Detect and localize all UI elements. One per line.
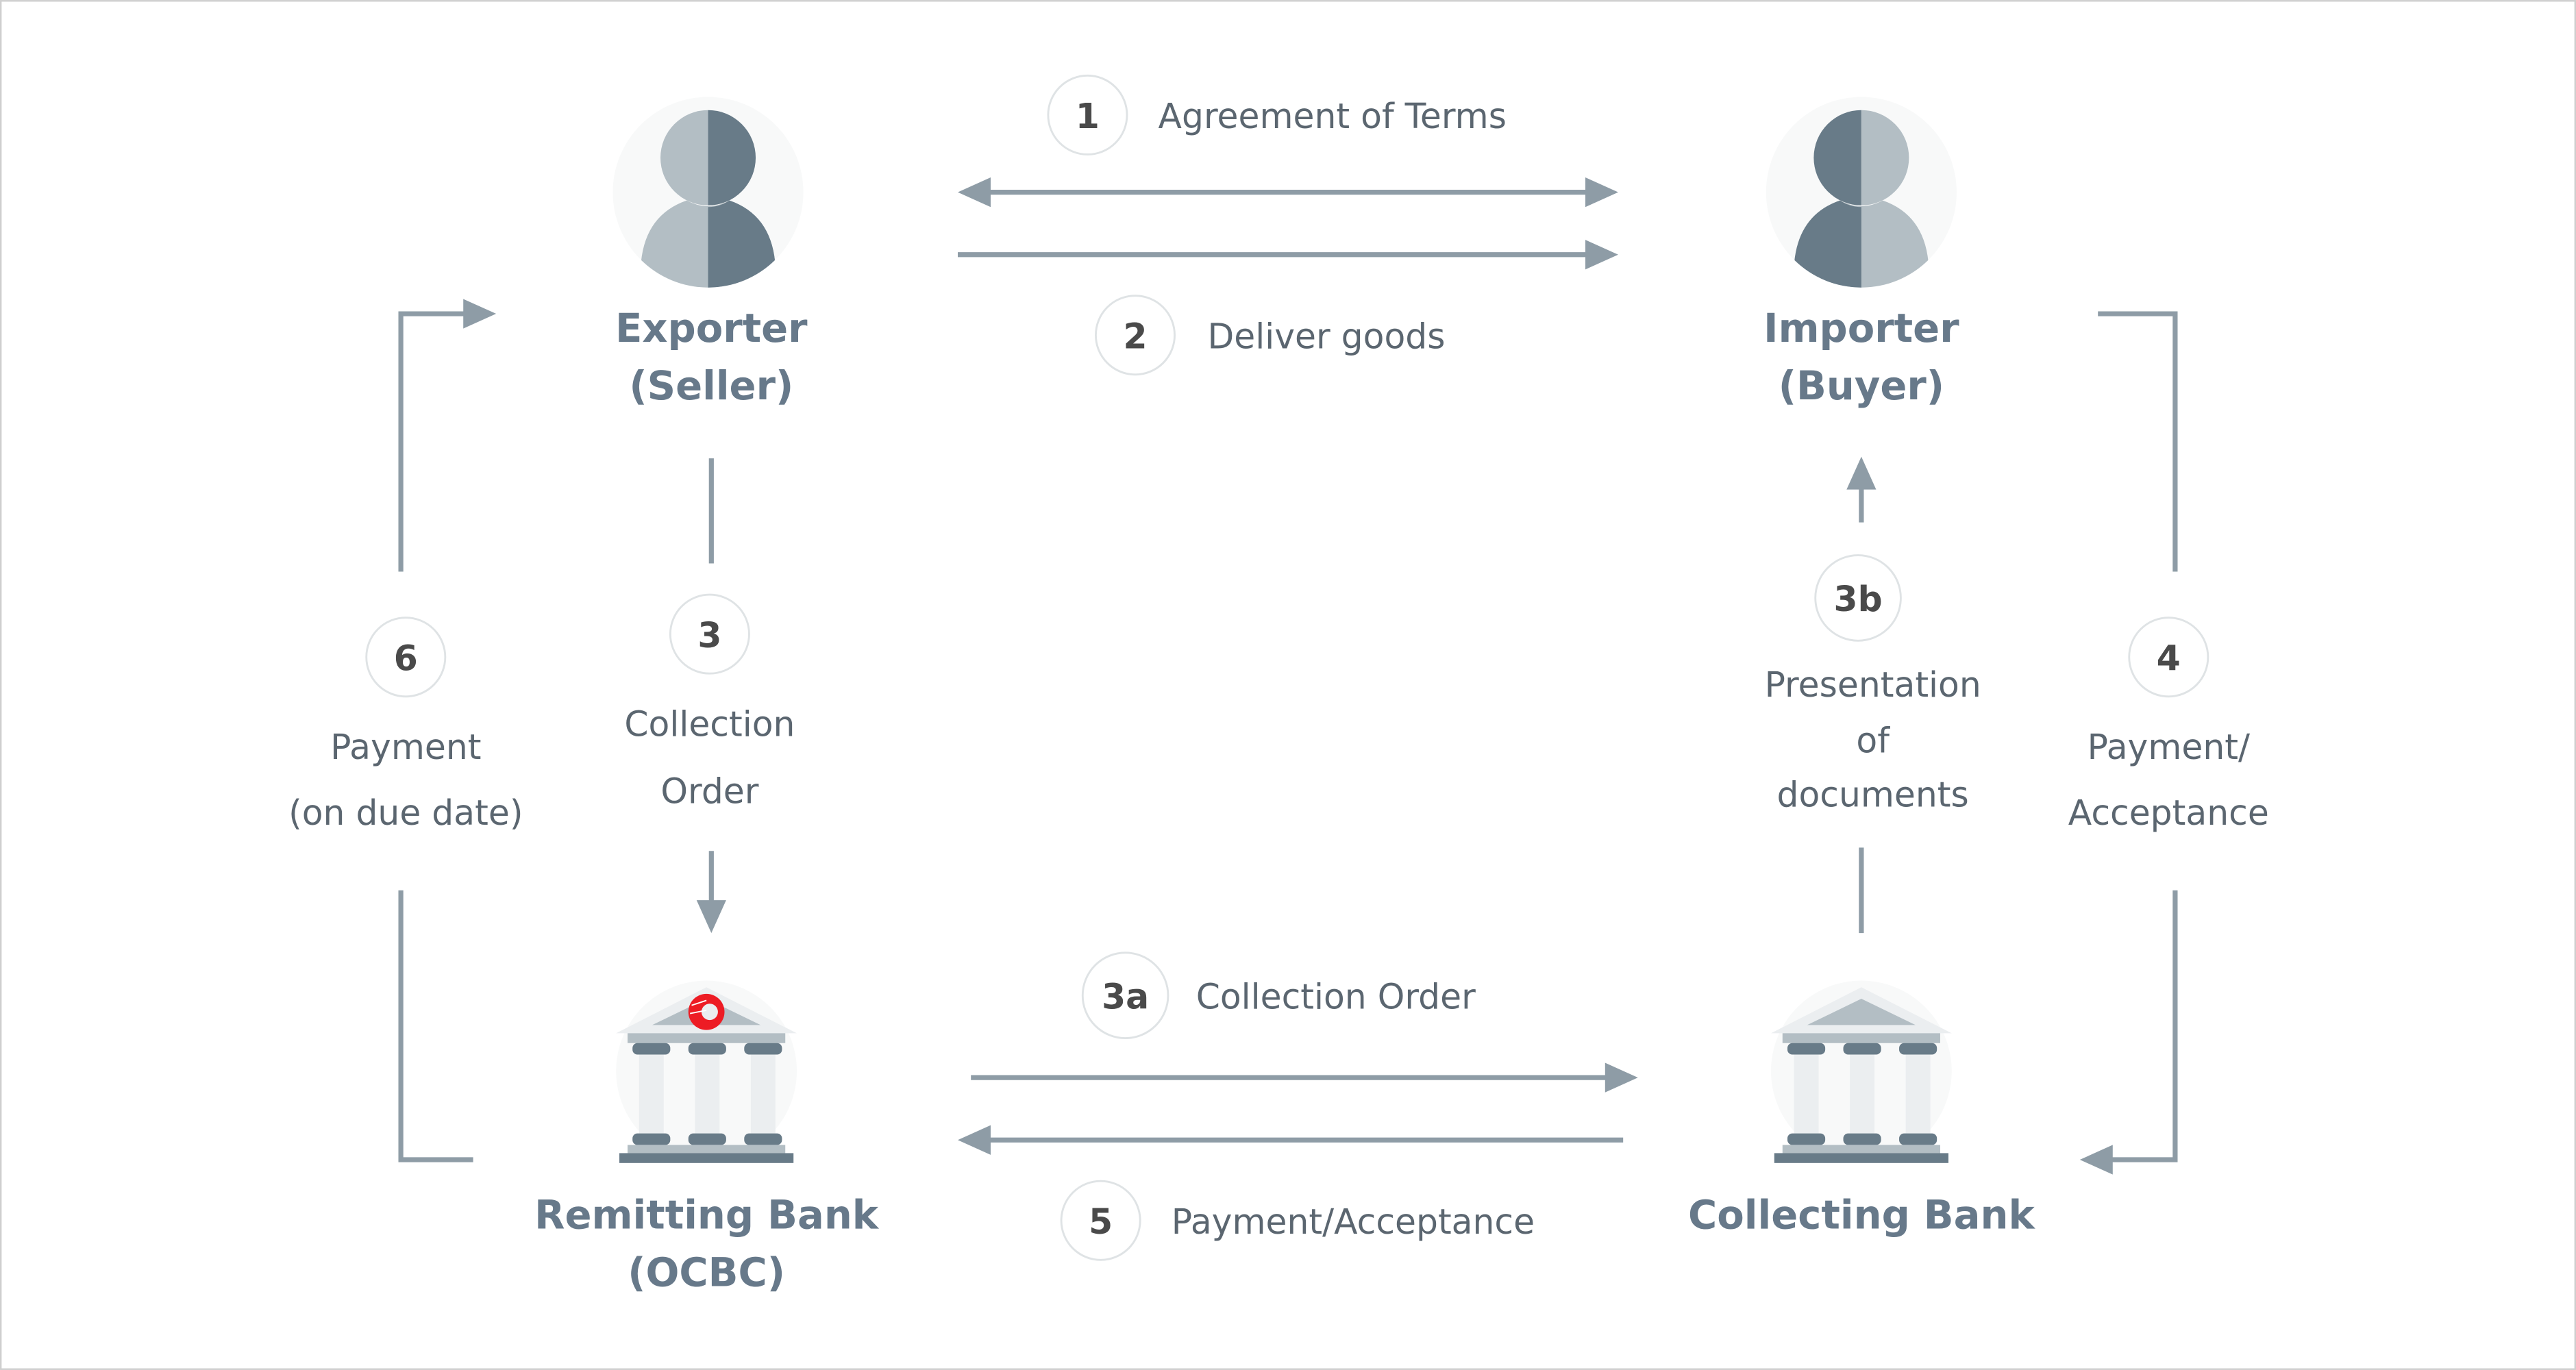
collecting-bank-label: Collecting Bank <box>1688 1193 2035 1238</box>
ocbc-logo <box>688 993 725 1030</box>
svg-text:5: 5 <box>1089 1201 1113 1242</box>
step-3b-badge: 3b <box>1814 554 1902 642</box>
collecting-bank-icon <box>1771 980 1952 1163</box>
step-5-badge: 5 <box>1060 1180 1141 1261</box>
svg-text:1: 1 <box>1076 96 1100 136</box>
step-6-badge: 6 <box>365 616 447 698</box>
svg-text:3: 3 <box>697 615 721 656</box>
step-1-badge: 1 <box>1047 74 1128 155</box>
remitting-bank-label: Remitting Bank <box>534 1193 880 1238</box>
step-2-label: Deliver goods <box>1208 316 1446 356</box>
remitting-bank-sublabel: (OCBC) <box>628 1250 785 1296</box>
importer-label: Importer <box>1763 306 1959 351</box>
exporter-sublabel: (Seller) <box>629 363 793 409</box>
documentary-collection-diagram: Exporter (Seller) Importer (Buyer) Remit… <box>0 0 2576 1370</box>
step-3-badge: 3 <box>669 593 750 675</box>
remitting-bank-icon <box>616 980 797 1163</box>
importer-person-icon <box>1766 97 1957 288</box>
arrow-deliver-goods <box>958 240 1618 270</box>
arrow-collection-order-to-collecting-bank <box>971 1062 1638 1093</box>
step-1-label: Agreement of Terms <box>1159 96 1507 136</box>
step-2-badge: 2 <box>1095 295 1176 376</box>
svg-text:4: 4 <box>2157 638 2181 678</box>
svg-text:3a: 3a <box>1102 976 1149 1017</box>
step-3-label-line2: Order <box>660 771 758 812</box>
exporter-person-icon <box>612 97 804 288</box>
svg-text:2: 2 <box>1123 316 1147 356</box>
step-4-label-line1: Payment/ <box>2088 727 2250 767</box>
exporter-label: Exporter <box>615 306 808 351</box>
step-6-label-line2: (on due date) <box>288 793 523 833</box>
step-3b-label-line3: documents <box>1777 774 1969 814</box>
step-3b-label-line1: Presentation <box>1765 664 1981 705</box>
step-6-label-line1: Payment <box>330 727 481 767</box>
step-3b-label-line2: of <box>1856 720 1890 760</box>
step-5-label: Payment/Acceptance <box>1172 1201 1535 1242</box>
step-4-label-line2: Acceptance <box>2068 793 2269 833</box>
arrow-agreement-bidirectional <box>958 177 1618 208</box>
importer-sublabel: (Buyer) <box>1779 363 1944 409</box>
step-4-badge: 4 <box>2128 616 2209 698</box>
svg-text:3b: 3b <box>1834 579 1883 619</box>
step-3a-badge: 3a <box>1081 951 1169 1039</box>
step-3a-label: Collection Order <box>1196 976 1476 1017</box>
svg-text:6: 6 <box>394 638 418 678</box>
arrow-collection-order-to-remitting-bank <box>696 458 726 934</box>
step-3-label-line1: Collection <box>624 703 795 744</box>
arrow-payment-to-remitting-bank <box>958 1125 1624 1155</box>
